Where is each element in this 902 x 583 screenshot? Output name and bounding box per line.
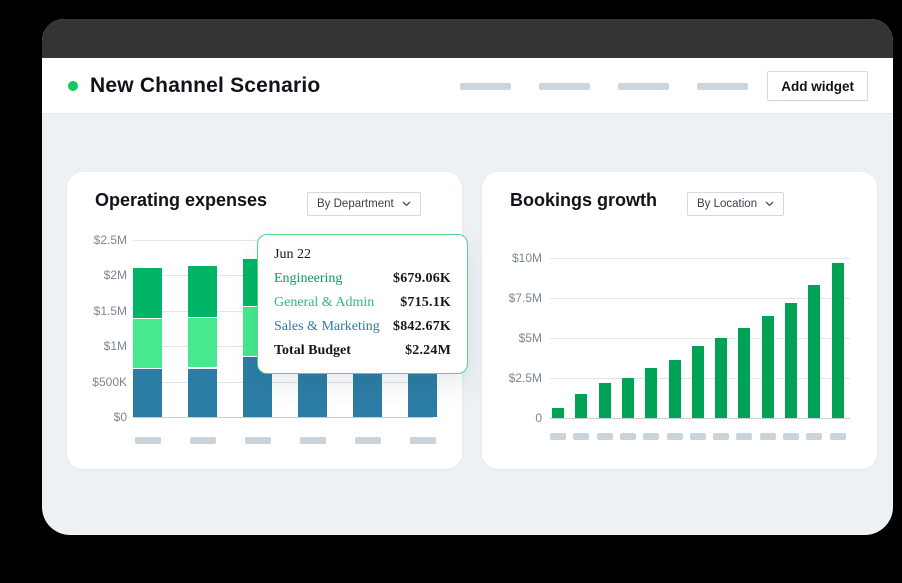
- x-axis-label-placeholder: [713, 433, 729, 440]
- window-title-bar: [42, 19, 893, 58]
- bar-segment-engineering[interactable]: [133, 268, 162, 319]
- y-axis-tick-label: $0: [69, 409, 127, 425]
- gridline: [550, 338, 850, 339]
- y-axis-tick-label: $500K: [69, 374, 127, 390]
- bookings-bar[interactable]: [715, 338, 727, 418]
- bookings-bar[interactable]: [832, 263, 844, 418]
- bookings-bar[interactable]: [669, 360, 681, 418]
- nav-item-placeholder[interactable]: [539, 83, 590, 90]
- x-axis-label-placeholder: [830, 433, 846, 440]
- tooltip-label: General & Admin: [274, 295, 374, 311]
- y-axis-tick-label: $5M: [484, 330, 542, 346]
- tooltip-label: Sales & Marketing: [274, 319, 380, 335]
- tooltip-row: General & Admin $715.1K: [274, 295, 451, 311]
- chevron-down-icon: [765, 201, 774, 207]
- y-axis-tick-label: $2.5M: [69, 232, 127, 248]
- bar-segment-engineering[interactable]: [188, 266, 217, 318]
- x-axis-label-placeholder: [806, 433, 822, 440]
- bookings-bar[interactable]: [692, 346, 704, 418]
- y-axis-tick-label: $2.5M: [484, 370, 542, 386]
- tooltip-row: Engineering $679.06K: [274, 271, 451, 287]
- gridline: [550, 258, 850, 259]
- gridline: [133, 417, 433, 418]
- y-axis-tick-label: $2M: [69, 267, 127, 283]
- bookings-bar[interactable]: [645, 368, 657, 418]
- x-axis-label-placeholder: [410, 437, 436, 444]
- bookings-bar[interactable]: [808, 285, 820, 418]
- bar-segment-sales-marketing[interactable]: [188, 369, 217, 417]
- bar-segment-sales-marketing[interactable]: [133, 369, 162, 417]
- status-dot-icon: [68, 81, 78, 91]
- x-axis-label-placeholder: [643, 433, 659, 440]
- x-axis-label-placeholder: [597, 433, 613, 440]
- bookings-bar[interactable]: [738, 328, 750, 418]
- nav-item-placeholder[interactable]: [697, 83, 748, 90]
- dropdown-label: By Location: [697, 198, 757, 210]
- location-filter-dropdown[interactable]: By Location: [687, 192, 784, 216]
- add-widget-button[interactable]: Add widget: [767, 71, 868, 101]
- x-axis-label-placeholder: [300, 437, 326, 444]
- tooltip-date: Jun 22: [274, 247, 451, 263]
- x-axis-label-placeholder: [667, 433, 683, 440]
- bookings-bar[interactable]: [785, 303, 797, 418]
- y-axis-tick-label: $1.5M: [69, 303, 127, 319]
- tooltip-label: Engineering: [274, 271, 342, 287]
- x-axis-label-placeholder: [690, 433, 706, 440]
- bar-segment-general-admin[interactable]: [188, 318, 217, 369]
- dashboard-body: Operating expenses By Department $2.5M $2…: [42, 114, 893, 535]
- bar-segment-general-admin[interactable]: [133, 319, 162, 369]
- nav-placeholder-menu: [460, 83, 748, 90]
- card-title: Operating expenses: [95, 190, 267, 211]
- gridline: [550, 298, 850, 299]
- chart-tooltip: Jun 22 Engineering $679.06K General & Admi…: [257, 234, 468, 374]
- card-title: Bookings growth: [510, 190, 657, 211]
- bookings-bar[interactable]: [575, 394, 587, 418]
- nav-item-placeholder[interactable]: [460, 83, 511, 90]
- app-window: New Channel Scenario Add widget Operatin…: [42, 19, 893, 535]
- bookings-bar[interactable]: [622, 378, 634, 418]
- x-axis-label-placeholder: [355, 437, 381, 444]
- x-axis-label-placeholder: [573, 433, 589, 440]
- y-axis-tick-label: $10M: [484, 250, 542, 266]
- x-axis-label-placeholder: [620, 433, 636, 440]
- nav-item-placeholder[interactable]: [618, 83, 669, 90]
- bookings-bar[interactable]: [599, 383, 611, 418]
- tooltip-row: Sales & Marketing $842.67K: [274, 319, 451, 335]
- operating-expenses-card: Operating expenses By Department $2.5M $2…: [67, 172, 462, 469]
- tooltip-value: $715.1K: [400, 295, 451, 311]
- chevron-down-icon: [402, 201, 411, 207]
- tooltip-value: $842.67K: [393, 319, 451, 335]
- gridline: [133, 382, 433, 383]
- bookings-bar[interactable]: [552, 408, 564, 418]
- tooltip-value: $679.06K: [393, 271, 451, 287]
- y-axis-tick-label: $1M: [69, 338, 127, 354]
- tooltip-rows: Engineering $679.06K General & Admin $715.1…: [274, 271, 451, 359]
- x-axis-label-placeholder: [736, 433, 752, 440]
- y-axis-tick-label: $7.5M: [484, 290, 542, 306]
- gridline: [550, 418, 850, 419]
- x-axis-label-placeholder: [245, 437, 271, 444]
- x-axis-label-placeholder: [135, 437, 161, 444]
- page-header: New Channel Scenario Add widget: [42, 58, 893, 114]
- x-axis-label-placeholder: [190, 437, 216, 444]
- x-axis-label-placeholder: [760, 433, 776, 440]
- x-axis-label-placeholder: [550, 433, 566, 440]
- y-axis-tick-label: 0: [484, 410, 542, 426]
- bookings-bar[interactable]: [762, 316, 774, 418]
- x-axis-label-placeholder: [783, 433, 799, 440]
- tooltip-row: Total Budget $2.24M: [274, 343, 451, 359]
- page-title: New Channel Scenario: [90, 74, 320, 98]
- tooltip-value: $2.24M: [405, 343, 451, 359]
- dropdown-label: By Department: [317, 198, 394, 210]
- department-filter-dropdown[interactable]: By Department: [307, 192, 421, 216]
- bookings-growth-card: Bookings growth By Location $10M $7.5M $5M…: [482, 172, 877, 469]
- tooltip-label: Total Budget: [274, 343, 351, 359]
